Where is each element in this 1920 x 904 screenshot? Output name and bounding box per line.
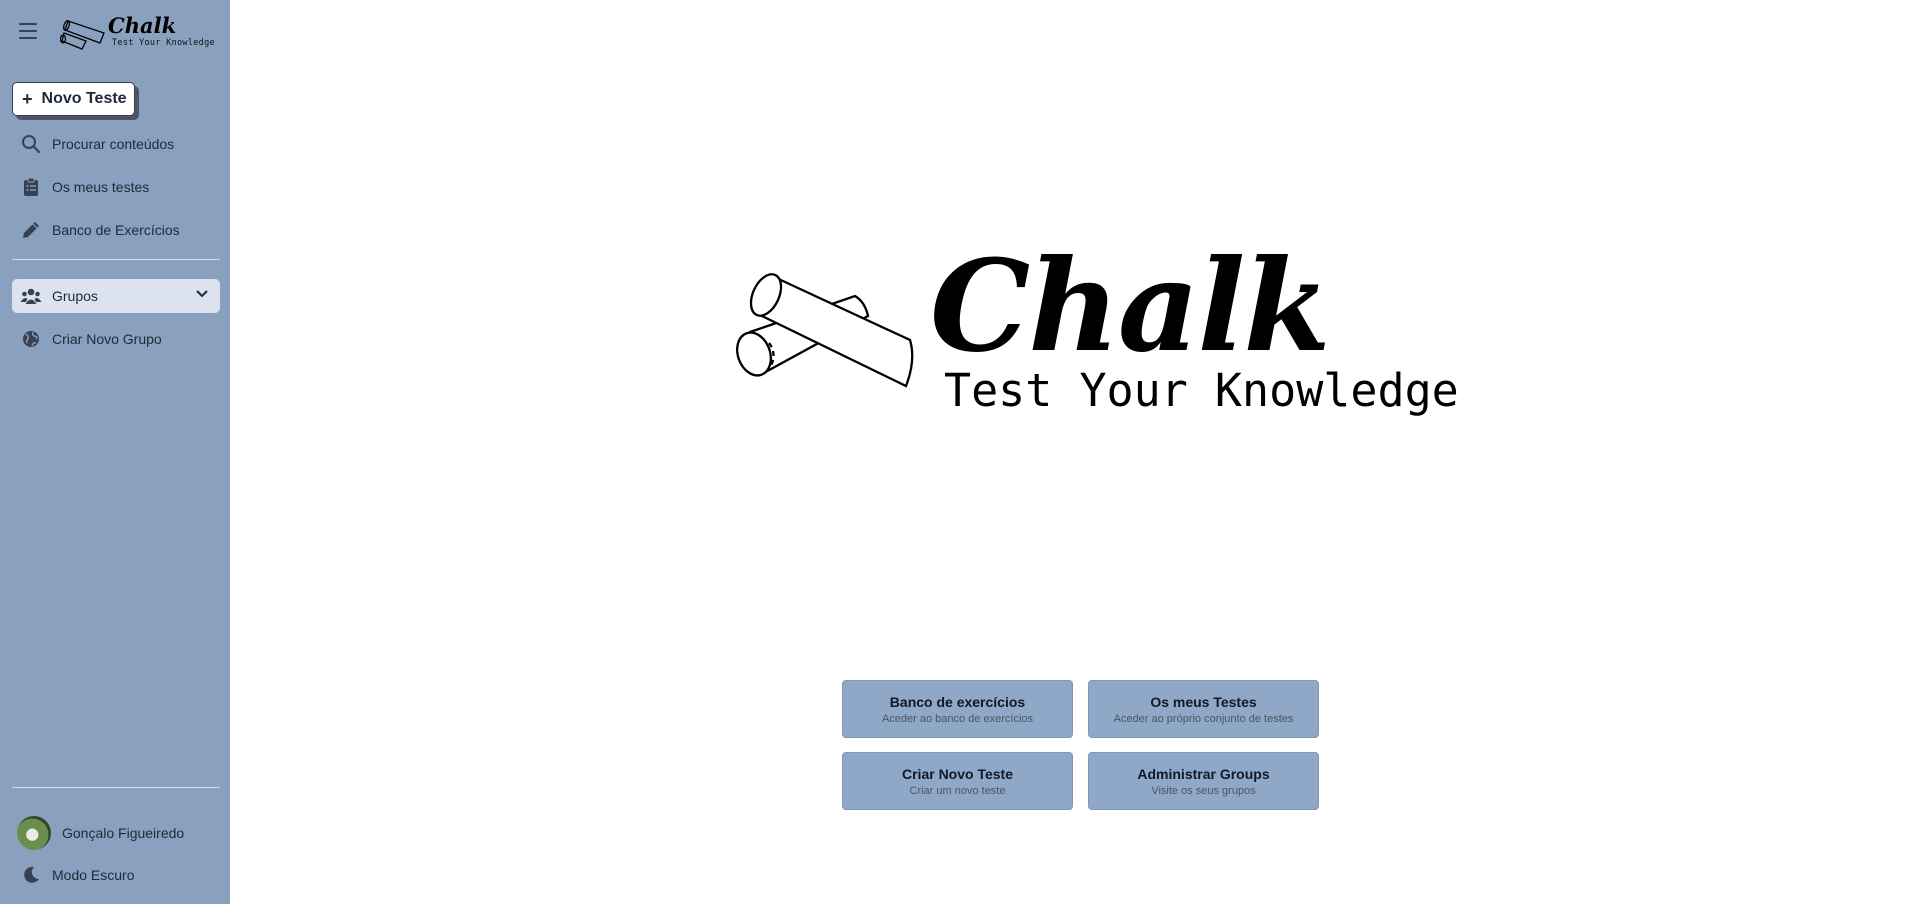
moon-icon xyxy=(18,864,44,886)
card-title: Criar Novo Teste xyxy=(902,766,1013,782)
sidebar-item-my-tests[interactable]: Os meus testes xyxy=(12,170,220,204)
new-test-button[interactable]: + Novo Teste xyxy=(12,82,135,116)
users-icon xyxy=(18,285,44,307)
sidebar-divider xyxy=(12,787,220,788)
sidebar: Chalk Test Your Knowledge + Novo Teste P… xyxy=(0,0,230,904)
pencil-icon xyxy=(18,219,44,241)
search-icon xyxy=(18,133,44,155)
card-my-tests[interactable]: Os meus Testes Aceder ao próprio conjunt… xyxy=(1088,680,1319,738)
sidebar-divider xyxy=(12,259,220,260)
card-subtitle: Visite os seus grupos xyxy=(1151,785,1256,797)
card-create-test[interactable]: Criar Novo Teste Criar um novo teste xyxy=(842,752,1073,810)
logo-subtitle: Test Your Knowledge xyxy=(944,364,1459,417)
brand-title: Chalk xyxy=(108,13,177,38)
card-title: Os meus Testes xyxy=(1150,694,1257,710)
sidebar-item-label: Criar Novo Grupo xyxy=(52,331,162,347)
sidebar-item-exercise-bank[interactable]: Banco de Exercícios xyxy=(12,213,220,247)
menu-icon[interactable] xyxy=(19,23,37,39)
chevron-down-icon xyxy=(196,290,208,298)
card-title: Banco de exercícios xyxy=(889,694,1026,710)
main-logo: Chalk Test Your Knowledge xyxy=(730,232,1459,430)
sidebar-item-search[interactable]: Procurar conteúdos xyxy=(12,127,220,161)
user-name: Gonçalo Figueiredo xyxy=(62,825,185,841)
card-manage-groups[interactable]: Administrar Groups Visite os seus grupos xyxy=(1088,752,1319,810)
brand-logo[interactable]: Chalk Test Your Knowledge xyxy=(60,13,220,53)
card-subtitle: Criar um novo teste xyxy=(909,785,1006,797)
new-test-label: Novo Teste xyxy=(41,90,127,107)
dark-mode-toggle[interactable]: Modo Escuro xyxy=(12,858,220,892)
sidebar-item-label: Os meus testes xyxy=(52,179,150,195)
sidebar-item-create-group[interactable]: Criar Novo Grupo xyxy=(12,322,220,356)
card-subtitle: Aceder ao próprio conjunto de testes xyxy=(1113,713,1294,725)
globe-icon xyxy=(18,328,44,350)
sidebar-item-label: Grupos xyxy=(52,288,98,304)
user-profile[interactable]: Gonçalo Figueiredo xyxy=(12,814,220,852)
chalk-illustration-icon xyxy=(736,273,914,388)
dark-mode-label: Modo Escuro xyxy=(52,867,135,883)
chalk-logo-icon xyxy=(60,20,105,50)
sidebar-item-label: Banco de Exercícios xyxy=(52,222,180,238)
clipboard-icon xyxy=(18,176,44,198)
plus-icon: + xyxy=(22,89,33,109)
avatar xyxy=(17,816,51,850)
card-exercise-bank[interactable]: Banco de exercícios Aceder ao banco de e… xyxy=(842,680,1073,738)
logo-title: Chalk xyxy=(930,232,1331,380)
card-subtitle: Aceder ao banco de exercícios xyxy=(881,713,1034,725)
brand-subtitle: Test Your Knowledge xyxy=(112,38,215,48)
sidebar-item-label: Procurar conteúdos xyxy=(52,136,175,152)
sidebar-item-groups[interactable]: Grupos xyxy=(12,279,220,313)
card-title: Administrar Groups xyxy=(1137,766,1270,782)
